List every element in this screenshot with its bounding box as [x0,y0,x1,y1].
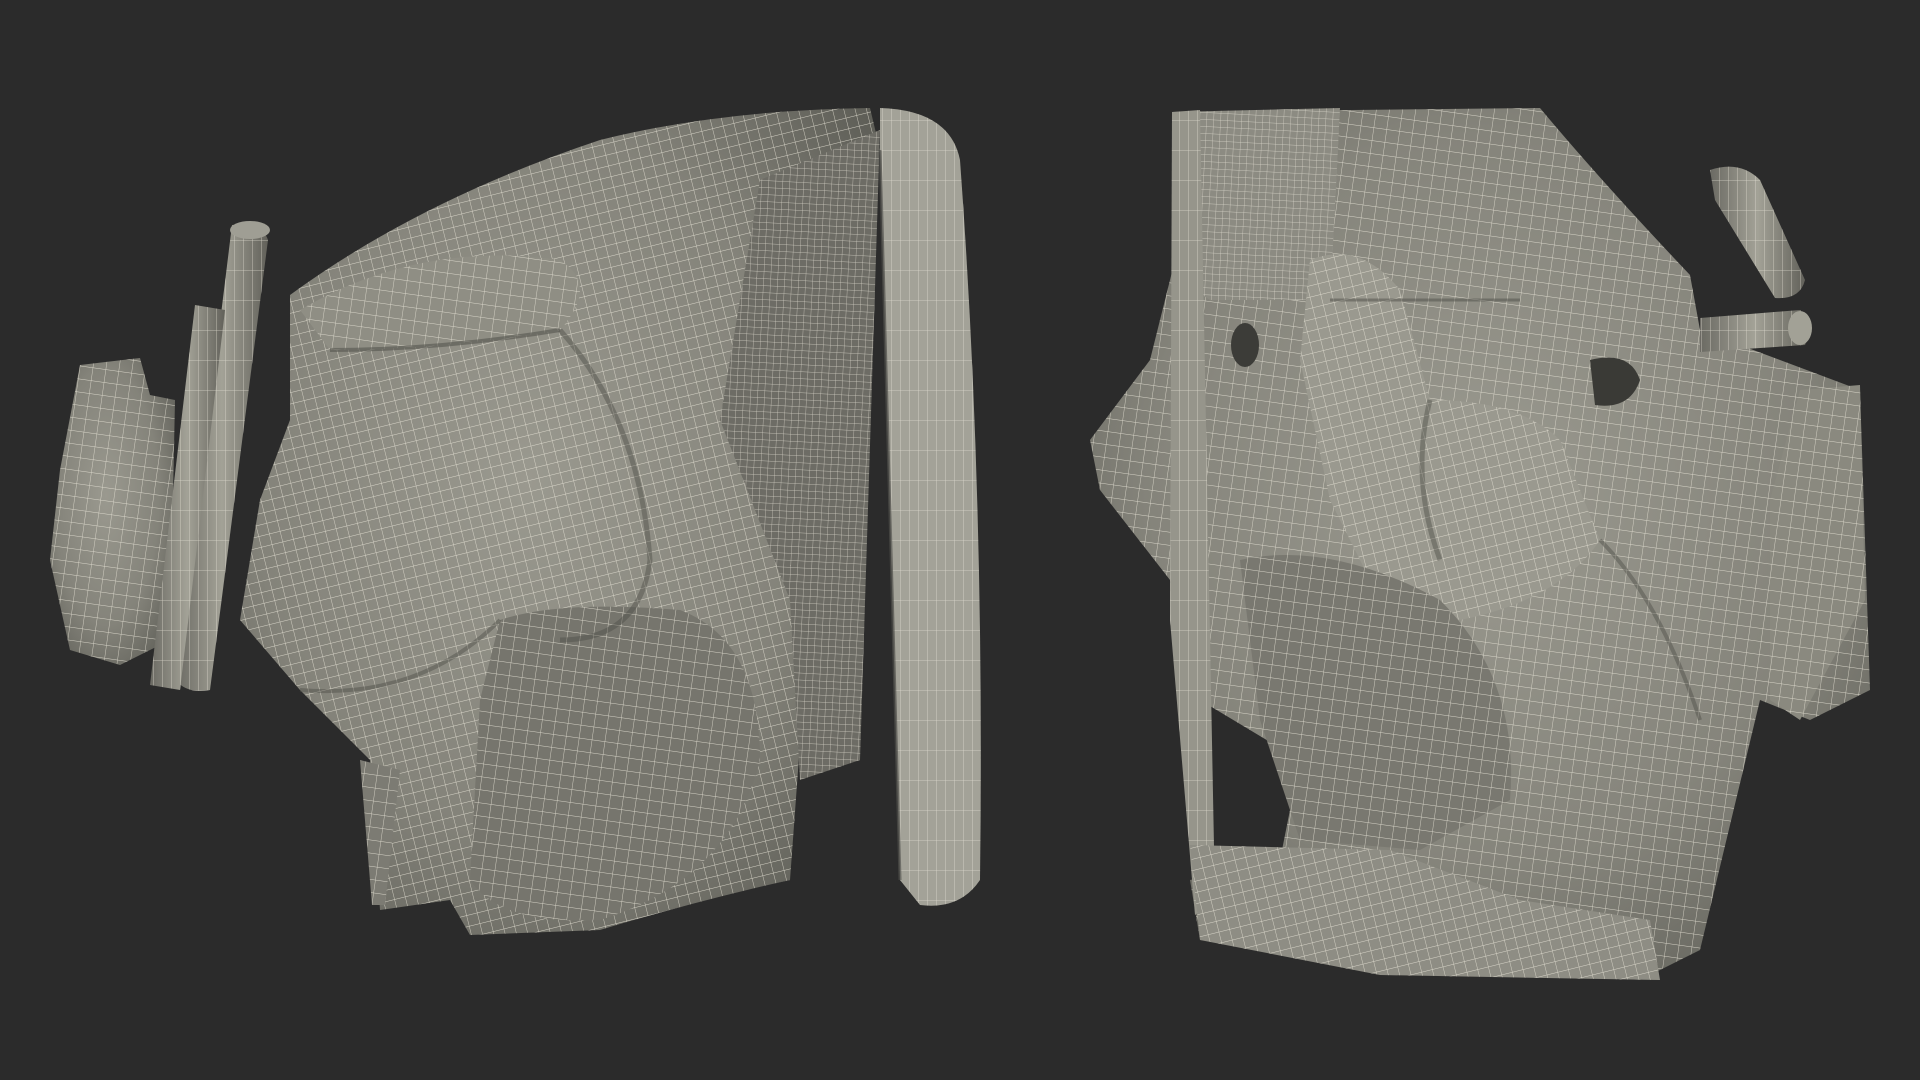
render-svg [50,108,1870,980]
right-model [1090,108,1870,980]
left-model [50,108,981,935]
render-viewport [0,0,1920,1080]
